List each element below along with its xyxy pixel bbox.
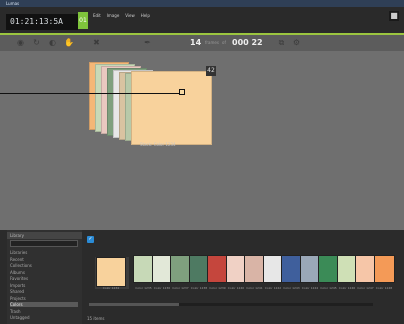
select-all-checkbox[interactable]: ✓ — [87, 236, 94, 243]
sidebar-item[interactable]: Albums — [10, 270, 78, 275]
connector-line — [0, 93, 179, 94]
thumbnail-strip: Color 1234 Color 1235 Color 1236 Color 1237… — [87, 245, 395, 301]
sidebar-item[interactable]: Projects — [10, 296, 78, 301]
rotate-icon[interactable]: ↻ — [32, 38, 41, 47]
sidebar-header: Library — [7, 232, 82, 239]
sidebar-item[interactable]: Colors — [10, 302, 78, 307]
zoom-icon[interactable]: ⧉ — [277, 38, 286, 47]
brush-icon[interactable]: ✒ — [143, 38, 152, 47]
timecode-display: 01:21:13:5A — [6, 14, 78, 30]
menu-item-help[interactable]: Help — [141, 12, 150, 20]
stack-caption: Stack: Color 1234 — [140, 142, 176, 147]
stack-count-badge: 42 — [206, 66, 216, 76]
menu-item-image[interactable]: Image — [107, 12, 120, 20]
thumbnail[interactable] — [96, 257, 126, 287]
hand-icon[interactable]: ✋ — [64, 38, 74, 47]
thumbnail-caption: Color 1248 — [375, 286, 393, 290]
status-text: 15 items — [87, 316, 105, 321]
sidebar-search-input[interactable] — [10, 240, 78, 247]
total-label: of — [222, 40, 226, 45]
selection-handle[interactable] — [179, 89, 185, 95]
sidebar-item[interactable]: Libraries — [10, 250, 78, 255]
app-logo-badge: 01 — [78, 12, 88, 29]
sidebar-item[interactable]: Collections — [10, 263, 78, 268]
flip-icon[interactable]: ◐ — [48, 38, 57, 47]
canvas-area — [0, 51, 404, 234]
total-number: 000 22 — [232, 38, 263, 47]
library-sidebar: Library Libraries Recent Collections Albums… — [7, 230, 82, 324]
menu-item-view[interactable]: View — [125, 12, 135, 20]
title-bar: Lumas — [0, 0, 404, 7]
menu-bar: Edit Image View Help — [93, 12, 150, 20]
sidebar-item[interactable]: Imports — [10, 283, 78, 288]
select-icon[interactable]: ◉ — [16, 38, 25, 47]
window-menu-button[interactable]: ■ — [389, 11, 399, 21]
thumbnail[interactable] — [373, 255, 395, 283]
sidebar-item[interactable]: Shared — [10, 289, 78, 294]
window-title: Lumas — [6, 1, 20, 6]
sidebar-item[interactable]: Favorites — [10, 276, 78, 281]
strip-scroll-thumb[interactable] — [89, 303, 179, 306]
sidebar-item[interactable]: Untagged — [10, 315, 78, 320]
sidebar-item[interactable]: Recent — [10, 257, 78, 262]
stack-card — [131, 71, 212, 145]
marker-icon[interactable]: ✖ — [92, 38, 101, 47]
frame-label: frames — [205, 40, 219, 45]
sidebar-item[interactable]: Trash — [10, 309, 78, 314]
toolbar: ◉ ↻ ◐ ✋ ✖ ✒ 14 frames of 000 22 ⧉ ⚙ — [0, 35, 404, 51]
menu-item-edit[interactable]: Edit — [93, 12, 101, 20]
settings-icon[interactable]: ⚙ — [292, 38, 301, 47]
thumbnail-caption: Color 1234 — [102, 286, 120, 290]
frame-number[interactable]: 14 — [190, 37, 201, 49]
